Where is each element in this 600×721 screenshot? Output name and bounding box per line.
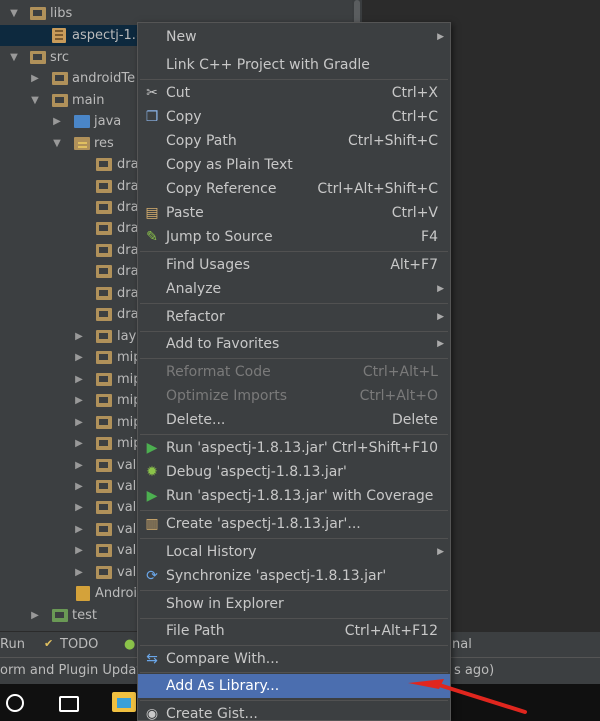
- annotation-arrow-icon: [408, 679, 527, 714]
